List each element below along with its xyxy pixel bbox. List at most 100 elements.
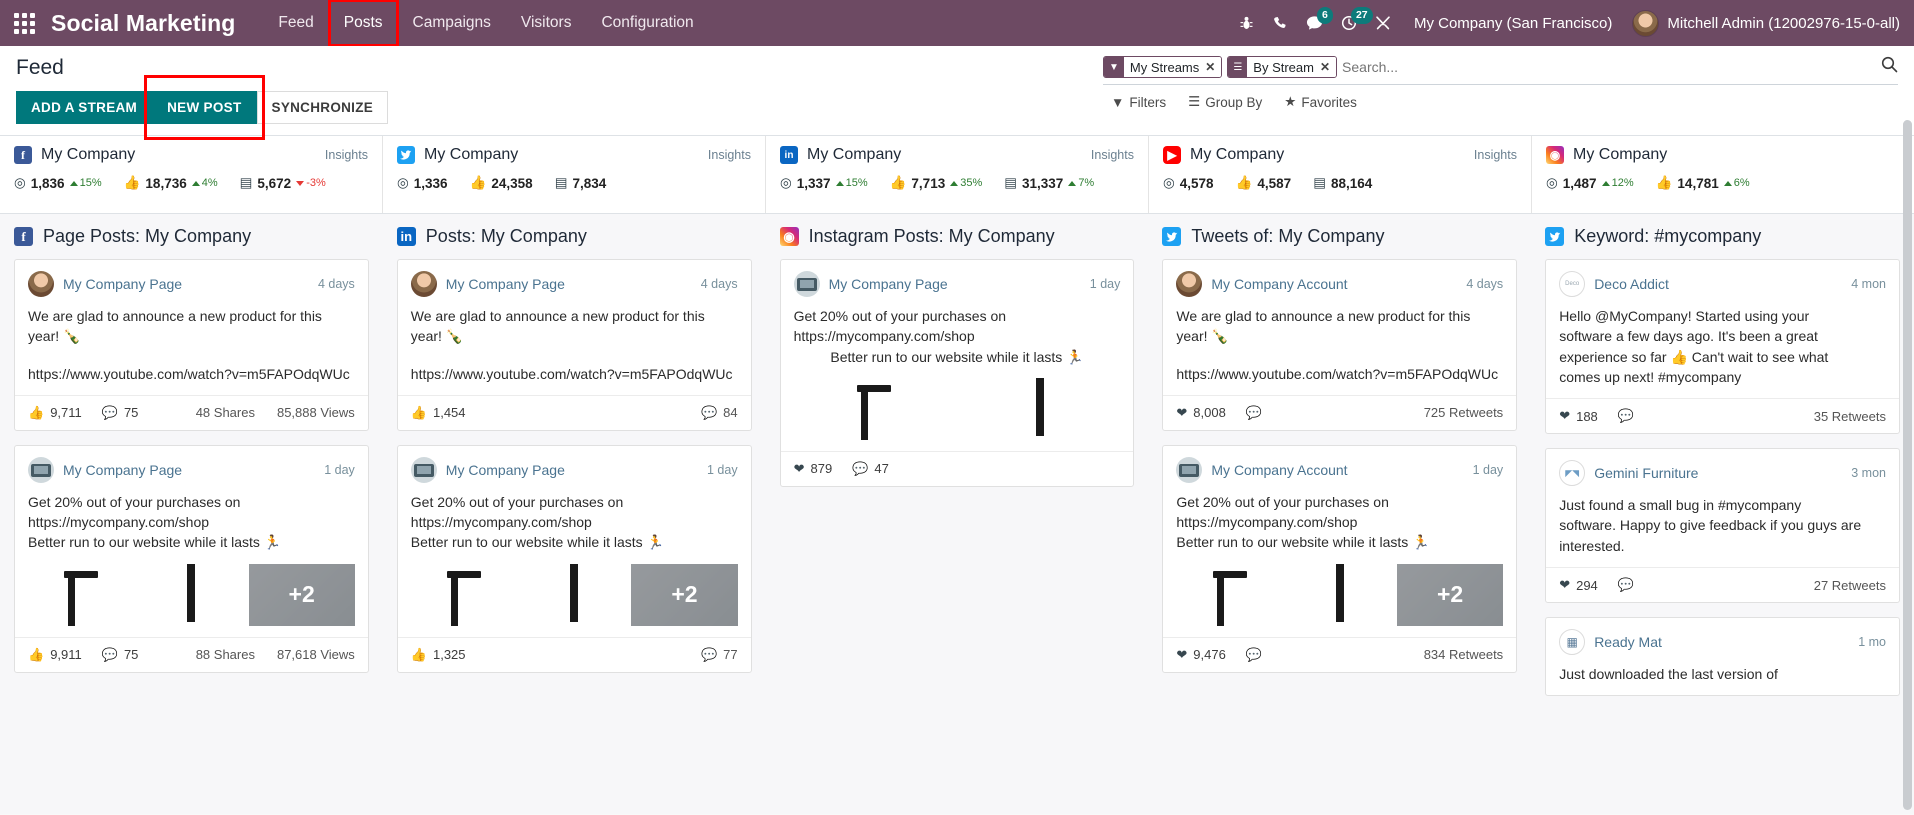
stat-stories: ▤ 88,164: [1313, 175, 1372, 191]
add-a-stream-button[interactable]: ADD A STREAM: [16, 91, 153, 124]
tools-icon[interactable]: [1366, 0, 1400, 46]
post-link[interactable]: https://www.youtube.com/watch?v=m5FAPOdq…: [411, 364, 738, 384]
likes-count[interactable]: 👍 9,911: [28, 647, 82, 663]
company-selector[interactable]: My Company (San Francisco): [1400, 15, 1626, 32]
filters-dropdown[interactable]: ▼ Filters: [1111, 95, 1166, 110]
media-thumbnail[interactable]: [138, 563, 245, 626]
media-thumbnail[interactable]: [1286, 563, 1393, 626]
post-text-line: Hello @MyCompany! Started using your: [1559, 308, 1810, 324]
post-link[interactable]: https://mycompany.com/shop: [794, 326, 1121, 346]
search-input[interactable]: [1342, 59, 1873, 75]
likes-value: 188: [1576, 408, 1598, 424]
likes-count[interactable]: 👍 1,325: [411, 647, 466, 663]
post-author[interactable]: My Company Page: [829, 276, 948, 292]
comments-count[interactable]: 💬 75: [102, 647, 139, 663]
post-card[interactable]: My Company Page 4 days We are glad to an…: [14, 259, 369, 431]
facebook-icon: f: [14, 146, 32, 164]
likes-count[interactable]: ❤ 294: [1559, 577, 1598, 593]
insights-link[interactable]: Insights: [1474, 148, 1517, 162]
post-card[interactable]: My Company Page 1 day Get 20% out of you…: [396, 444, 752, 673]
media-more-overlay[interactable]: +2: [1396, 563, 1504, 626]
post-media[interactable]: [781, 377, 1134, 451]
likes-count[interactable]: ❤ 9,476: [1176, 647, 1225, 663]
comments-count[interactable]: 💬: [1246, 405, 1262, 421]
search-icon[interactable]: [1873, 56, 1898, 78]
post-card[interactable]: My Company Page 1 day Get 20% out of you…: [14, 444, 369, 673]
stream-title: Posts: My Company: [425, 226, 587, 246]
post-card[interactable]: My Company Account 1 day Get 20% out of …: [1162, 444, 1518, 673]
insights-link[interactable]: Insights: [1091, 148, 1134, 162]
comments-count[interactable]: 💬: [1618, 408, 1634, 424]
apps-grid-icon[interactable]: [14, 12, 35, 34]
post-card[interactable]: My Company Page 1 day Get 20% out of you…: [779, 259, 1135, 487]
insights-link[interactable]: Insights: [325, 148, 368, 162]
comments-count[interactable]: 💬 47: [852, 461, 889, 477]
post-link[interactable]: https://mycompany.com/shop: [411, 512, 738, 532]
likes-count[interactable]: ❤ 879: [794, 461, 833, 477]
engagement-icon: 👍: [123, 175, 141, 190]
new-post-button[interactable]: NEW POST: [152, 91, 257, 124]
page-scrollbar[interactable]: [1903, 120, 1912, 810]
post-media[interactable]: +2: [398, 563, 751, 637]
likes-count[interactable]: ❤ 188: [1559, 408, 1598, 424]
post-link[interactable]: https://mycompany.com/shop: [1176, 512, 1503, 532]
comments-count[interactable]: 💬 75: [102, 405, 139, 421]
post-card[interactable]: My Company Page 4 days We are glad to an…: [396, 259, 752, 431]
close-icon[interactable]: ✕: [1319, 57, 1337, 77]
synchronize-button[interactable]: SYNCHRONIZE: [256, 91, 389, 124]
comments-count[interactable]: 💬 77: [701, 647, 738, 663]
media-thumbnail[interactable]: [1176, 563, 1283, 626]
post-author[interactable]: My Company Account: [1211, 462, 1347, 478]
media-thumbnail[interactable]: [521, 563, 628, 626]
post-link[interactable]: https://www.youtube.com/watch?v=m5FAPOdq…: [28, 364, 355, 384]
media-more-overlay[interactable]: +2: [631, 563, 738, 626]
media-thumbnail[interactable]: [410, 563, 518, 626]
group-by-dropdown[interactable]: ☰ Group By: [1188, 94, 1262, 110]
post-card[interactable]: My Company Account 4 days We are glad to…: [1162, 259, 1518, 431]
comments-count[interactable]: 💬 84: [701, 405, 738, 421]
post-engagement: ❤ 188 💬 35 Retweets: [1546, 398, 1899, 433]
phone-icon[interactable]: [1264, 0, 1298, 46]
post-author[interactable]: My Company Page: [446, 276, 565, 292]
likes-count[interactable]: ❤ 8,008: [1176, 405, 1225, 421]
comments-count[interactable]: 💬: [1618, 577, 1634, 593]
menu-item-configuration[interactable]: Configuration: [588, 8, 706, 38]
engagement-icon: 👍: [1655, 175, 1673, 190]
user-menu[interactable]: Mitchell Admin (12002976-15-0-all): [1626, 9, 1900, 37]
menu-item-campaigns[interactable]: Campaigns: [400, 8, 504, 38]
post-author[interactable]: My Company Page: [63, 276, 182, 292]
post-card[interactable]: Gemini Furniture 3 mon Just found a smal…: [1545, 448, 1900, 604]
media-thumbnail[interactable]: [28, 563, 135, 626]
post-media[interactable]: +2: [15, 563, 368, 637]
post-author[interactable]: My Company Page: [446, 462, 565, 478]
favorites-dropdown[interactable]: ★ Favorites: [1284, 94, 1357, 110]
post-author[interactable]: Gemini Furniture: [1594, 465, 1698, 481]
post-media[interactable]: +2: [1163, 563, 1516, 637]
post-card[interactable]: Deco Addict 4 mon Hello @MyCompany! Star…: [1545, 259, 1900, 435]
media-more-overlay[interactable]: +2: [248, 563, 355, 626]
filters-label: Filters: [1129, 94, 1167, 110]
messages-icon[interactable]: 6: [1298, 0, 1333, 46]
post-author[interactable]: My Company Account: [1211, 276, 1347, 292]
bug-icon[interactable]: [1230, 0, 1264, 46]
media-thumbnail[interactable]: [793, 377, 955, 440]
comments-count[interactable]: 💬: [1246, 647, 1262, 663]
post-link[interactable]: https://www.youtube.com/watch?v=m5FAPOdq…: [1176, 364, 1503, 384]
facet-by-stream[interactable]: ☰ By Stream ✕: [1227, 56, 1338, 78]
likes-count[interactable]: 👍 1,454: [411, 405, 466, 421]
post-author[interactable]: Ready Mat: [1594, 634, 1662, 650]
close-icon[interactable]: ✕: [1205, 57, 1222, 77]
media-thumbnail[interactable]: [959, 377, 1121, 440]
facet-my-streams[interactable]: ▼ My Streams ✕: [1103, 56, 1223, 78]
activities-clock-icon[interactable]: 27: [1332, 0, 1373, 46]
post-author[interactable]: Deco Addict: [1594, 276, 1669, 292]
post-card[interactable]: Ready Mat 1 mo Just downloaded the last …: [1545, 617, 1900, 697]
post-author[interactable]: My Company Page: [63, 462, 182, 478]
menu-item-posts[interactable]: Posts: [327, 0, 399, 47]
likes-count[interactable]: 👍 9,711: [28, 405, 82, 421]
trend-value: 35%: [960, 177, 983, 189]
post-link[interactable]: https://mycompany.com/shop: [28, 512, 355, 532]
insights-link[interactable]: Insights: [708, 148, 751, 162]
menu-item-feed[interactable]: Feed: [265, 8, 326, 38]
menu-item-visitors[interactable]: Visitors: [508, 8, 585, 38]
